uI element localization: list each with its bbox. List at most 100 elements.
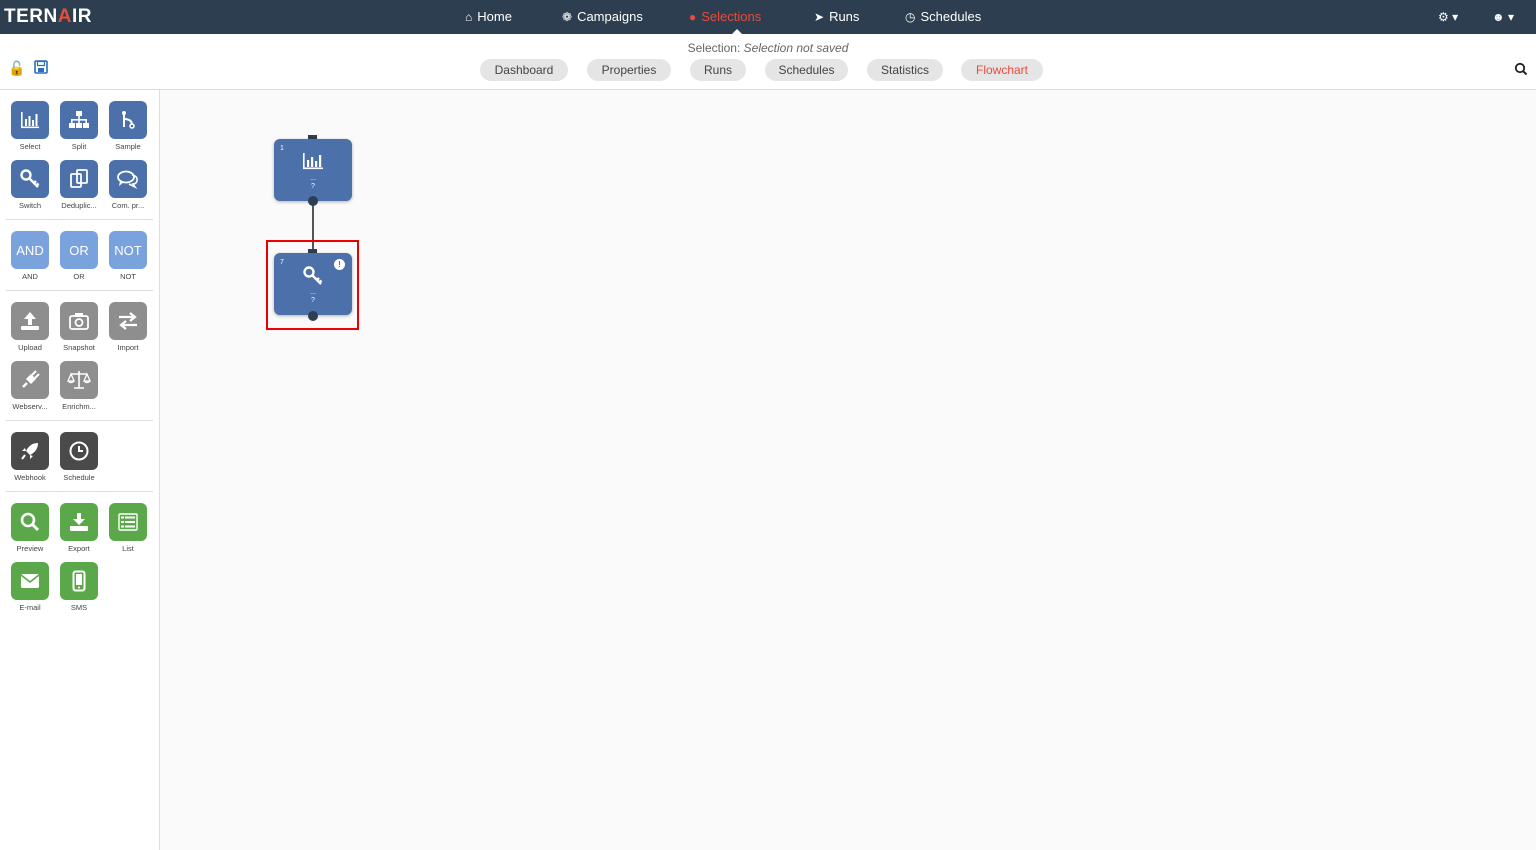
sitemap-icon [60,101,98,139]
tool-schedule[interactable]: Schedule [56,432,102,482]
not-operator: NOT [109,231,147,269]
home-icon: ⌂ [465,10,473,24]
mobile-icon [60,562,98,600]
tool-sms[interactable]: SMS [56,562,102,612]
tool-switch-label: Switch [18,201,42,210]
node-output-port[interactable] [308,311,318,321]
tool-preview[interactable]: Preview [7,503,53,553]
copy-icon [60,160,98,198]
nav-home[interactable]: ⌂ Home [465,0,512,34]
tab-schedules[interactable]: Schedules [765,59,848,81]
plug-icon [11,361,49,399]
tool-palette: Select Split Sample Switch Deduplic... C… [0,90,160,850]
clock-icon: ◷ [905,10,916,24]
tab-statistics[interactable]: Statistics [867,59,943,81]
tool-sample-label: Sample [115,142,141,151]
node-output-port[interactable] [308,196,318,206]
node-caption: ...? [274,289,352,305]
tool-snapshot-label: Snapshot [63,343,95,352]
tool-split[interactable]: Split [56,101,102,151]
flow-node-select[interactable]: 1 ...? [274,139,352,201]
tool-split-label: Split [71,142,87,151]
nav-runs-label: Runs [829,9,860,24]
caret-down-icon: ▾ [1452,10,1459,24]
tool-sample[interactable]: Sample [105,101,151,151]
tool-upload-label: Upload [18,343,42,352]
bar-chart-icon [11,101,49,139]
nav-home-label: Home [477,9,512,24]
tool-webhook[interactable]: Webhook [7,432,53,482]
node-caption-line: ? [311,183,315,190]
tool-export[interactable]: Export [56,503,102,553]
tool-not[interactable]: NOT NOT [105,231,151,281]
and-operator: AND [11,231,49,269]
tool-select[interactable]: Select [7,101,53,151]
paper-plane-icon: ➤ [814,10,825,24]
unlock-icon[interactable]: 🔓 [8,60,25,77]
tool-import[interactable]: Import [105,302,151,352]
user-menu[interactable]: ☻ ▾ [1492,0,1514,34]
tab-flowchart[interactable]: Flowchart [961,59,1043,81]
tool-snapshot[interactable]: Snapshot [56,302,102,352]
user-icon: ☻ [1492,10,1505,24]
main-nav: ⌂ Home ❁ Campaigns ● Selections ➤ Runs ◷ Sche… [0,0,1536,34]
camera-icon [60,302,98,340]
save-icon[interactable] [34,60,48,77]
nav-schedules-label: Schedules [920,9,982,24]
tab-dashboard[interactable]: Dashboard [480,59,568,81]
tool-deduplicate-label: Deduplic... [61,201,97,210]
warning-icon[interactable]: ! [334,259,345,270]
envelope-icon [11,562,49,600]
tool-export-label: Export [68,544,90,553]
clock-icon [60,432,98,470]
tool-upload[interactable]: Upload [7,302,53,352]
tool-enrichment[interactable]: Enrichm... [56,361,102,411]
tool-compr-label: Com. pr... [111,201,145,210]
tool-not-label: NOT [120,272,136,281]
nav-selections[interactable]: ● Selections [689,0,761,34]
tab-properties[interactable]: Properties [587,59,671,81]
node-caption-line: ? [311,297,315,304]
nav-schedules[interactable]: ◷ Schedules [905,0,981,34]
node-caption-line: ... [310,175,316,182]
palette-divider [6,219,153,220]
tool-enrichment-label: Enrichm... [62,402,96,411]
nav-runs[interactable]: ➤ Runs [814,0,859,34]
comments-icon [109,160,147,198]
tool-webhook-label: Webhook [14,473,46,482]
tool-switch[interactable]: Switch [7,160,53,210]
tool-and[interactable]: AND AND [7,231,53,281]
tool-email-label: E-mail [19,603,41,612]
top-navbar: TERNAIR ⌂ Home ❁ Campaigns ● Selections ➤ Ru… [0,0,1536,34]
search-icon[interactable] [1514,62,1528,76]
palette-divider [6,290,153,291]
palette-divider [6,491,153,492]
selection-title: Selection: Selection not saved [687,41,849,55]
tool-list[interactable]: List [105,503,151,553]
tool-webservice[interactable]: Webserv... [7,361,53,411]
flowchart-canvas[interactable]: 1 ...? 7 ! ...? [161,90,1536,850]
tool-email[interactable]: E-mail [7,562,53,612]
node-number: 7 [280,259,284,266]
tool-list-label: List [122,544,134,553]
tool-and-label: AND [22,272,38,281]
nav-selections-label: Selections [701,9,762,24]
tool-deduplicate[interactable]: Deduplic... [56,160,102,210]
nav-campaigns-label: Campaigns [577,9,643,24]
flow-node-switch[interactable]: 7 ! ...? [274,253,352,315]
search-icon [11,503,49,541]
tool-or[interactable]: OR OR [56,231,102,281]
or-operator: OR [60,231,98,269]
node-caption-line: ... [310,289,316,296]
tool-compr[interactable]: Com. pr... [105,160,151,210]
exchange-icon [109,302,147,340]
upload-icon [11,302,49,340]
tool-schedule-label: Schedule [63,473,95,482]
tool-select-label: Select [19,142,41,151]
key-icon [11,160,49,198]
nav-campaigns[interactable]: ❁ Campaigns [562,0,643,34]
tool-sms-label: SMS [70,603,88,612]
selections-icon: ● [689,10,697,24]
settings-menu[interactable]: ⚙ ▾ [1438,0,1458,34]
tab-runs[interactable]: Runs [690,59,746,81]
